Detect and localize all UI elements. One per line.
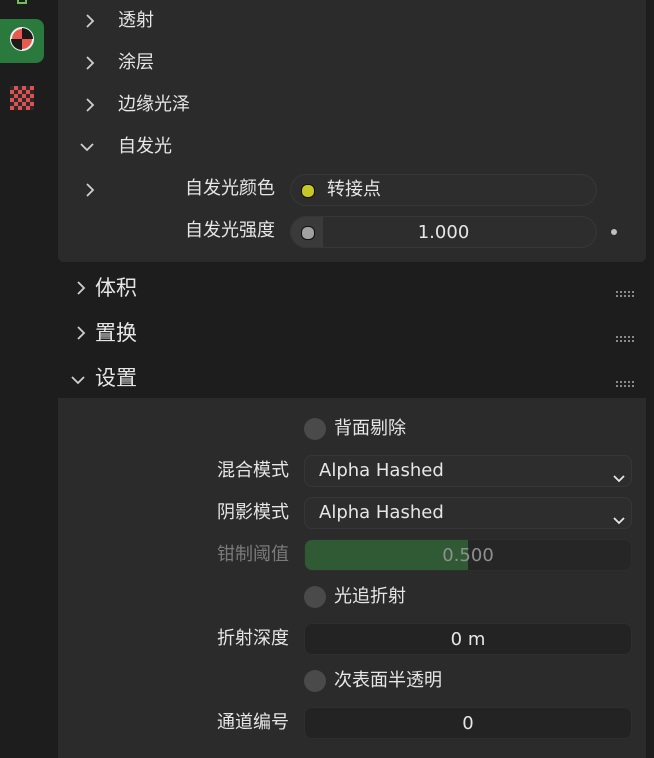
- blend-mode-dropdown[interactable]: Alpha Hashed: [304, 455, 632, 487]
- raytrace-refraction-checkbox[interactable]: 光追折射: [304, 586, 504, 610]
- subpanel-emission-label: 自发光: [118, 136, 172, 157]
- emission-color-label: 自发光颜色: [185, 178, 275, 199]
- chevron-down-icon: [80, 140, 94, 154]
- properties-tab-bar: [0, 0, 48, 751]
- panel-header-settings[interactable]: 设置: [58, 356, 646, 400]
- subpanel-transmission[interactable]: 透射: [58, 0, 646, 42]
- chevron-down-icon: [71, 373, 85, 387]
- chevron-right-icon: [83, 56, 97, 70]
- panel-header-settings-label: 设置: [95, 366, 137, 390]
- pass-index-value: 0: [462, 712, 474, 734]
- chevron-right-icon: [74, 326, 88, 340]
- subsurface-translucency-label: 次表面半透明: [334, 670, 442, 691]
- shadow-mode-dropdown[interactable]: Alpha Hashed: [304, 497, 632, 529]
- backface-culling-checkbox[interactable]: 背面剔除: [304, 418, 504, 442]
- clip-threshold-slider[interactable]: 0.500: [304, 539, 632, 571]
- material-icon: [9, 26, 35, 56]
- panel-header-displacement[interactable]: 置换: [58, 311, 646, 355]
- emission-strength-field[interactable]: 1.000: [290, 216, 597, 248]
- material-tab[interactable]: [0, 19, 44, 63]
- refraction-depth-label: 折射深度: [217, 628, 289, 649]
- raytrace-refraction-label: 光追折射: [334, 586, 406, 607]
- pass-index-label: 通道编号: [217, 712, 289, 733]
- properties-main: 透射 涂层 边缘光泽 自发光 自发光颜色 转接点 自发光强度 1.000 体积 …: [58, 0, 646, 758]
- checkbox-box: [304, 418, 326, 440]
- chevron-down-icon: [613, 509, 625, 530]
- settings-panel: [58, 398, 646, 758]
- texture-tab[interactable]: [0, 78, 44, 122]
- emission-strength-value: 1.000: [417, 221, 470, 243]
- chevron-right-icon: [74, 281, 88, 295]
- object-data-icon: [15, 0, 29, 10]
- emission-color-field[interactable]: 转接点: [290, 174, 597, 206]
- shadow-mode-label: 阴影模式: [217, 502, 289, 523]
- drag-handle-icon[interactable]: [616, 284, 636, 297]
- clip-threshold-label: 钳制阈值: [217, 544, 289, 565]
- chevron-right-icon: [83, 98, 97, 112]
- refraction-depth-field[interactable]: 0 m: [304, 623, 632, 655]
- subpanel-coat[interactable]: 涂层: [58, 42, 646, 84]
- checkbox-box: [304, 586, 326, 608]
- panel-header-volume-label: 体积: [95, 276, 137, 300]
- drag-handle-icon[interactable]: [616, 374, 636, 387]
- subpanel-sheen-label: 边缘光泽: [118, 94, 190, 115]
- emission-color-expand-chevron[interactable]: [83, 183, 97, 197]
- shadow-mode-value: Alpha Hashed: [319, 502, 444, 523]
- subsurface-translucency-checkbox[interactable]: 次表面半透明: [304, 670, 524, 694]
- pass-index-field[interactable]: 0: [304, 707, 632, 739]
- subpanel-coat-label: 涂层: [118, 52, 154, 73]
- texture-icon: [10, 86, 34, 114]
- blend-mode-value: Alpha Hashed: [319, 460, 444, 481]
- refraction-depth-value: 0 m: [450, 628, 486, 650]
- emission-color-value: 转接点: [327, 179, 381, 200]
- subpanel-transmission-label: 透射: [118, 10, 154, 31]
- socket-yellow-icon: [301, 184, 315, 198]
- panel-header-displacement-label: 置换: [95, 321, 137, 345]
- drag-handle-icon[interactable]: [616, 329, 636, 342]
- panel-header-volume[interactable]: 体积: [58, 266, 646, 310]
- subpanel-sheen[interactable]: 边缘光泽: [58, 84, 646, 126]
- chevron-right-icon: [83, 14, 97, 28]
- chevron-down-icon: [613, 467, 625, 488]
- emission-strength-label: 自发光强度: [185, 220, 275, 241]
- checkbox-box: [304, 670, 326, 692]
- clip-threshold-value: 0.500: [442, 544, 494, 566]
- backface-culling-label: 背面剔除: [334, 418, 406, 439]
- blend-mode-label: 混合模式: [217, 460, 289, 481]
- keyframe-dot-icon[interactable]: [611, 229, 617, 235]
- subpanel-emission[interactable]: 自发光: [58, 126, 646, 168]
